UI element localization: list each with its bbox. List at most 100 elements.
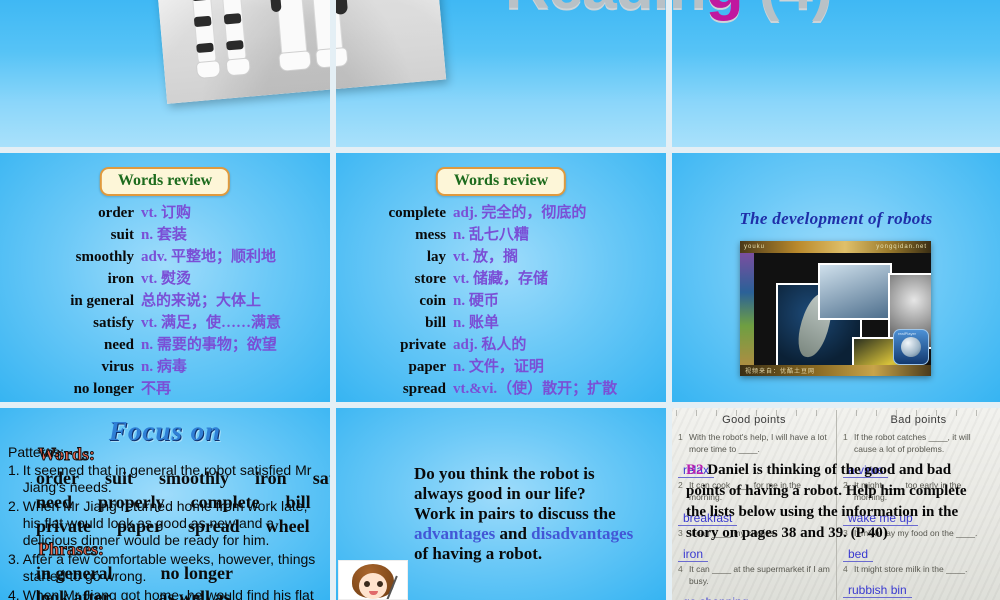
word-term: order [98, 205, 134, 221]
worksheet-item: 1 With the robot's help, I will have a lo… [678, 431, 830, 455]
word-definition: n. 账单 [453, 315, 499, 331]
word-row: no longer 不再 [0, 377, 330, 398]
words-review-badge-1: Words review [99, 167, 231, 196]
word-definition: vt. 满足，使……满意 [141, 315, 281, 331]
word-definition: n. 乱七八糟 [453, 227, 529, 243]
slide-focus-on[interactable]: Focus on Words: order suit smoothly iron… [0, 408, 330, 600]
word-definition: adv. 平整地；顺利地 [141, 249, 277, 265]
pattern-text: When Mr Jiang got home, he would find hi… [22, 587, 314, 600]
word-term: satisfy [93, 315, 134, 331]
pattern-item: 4. When Mr Jiang got home, he would find … [8, 587, 318, 600]
realplayer-label: realPlayer [898, 331, 917, 336]
word-row: smoothly adv. 平整地；顺利地 [0, 245, 330, 266]
word-row: lay vt. 放，搁 [336, 245, 666, 266]
worksheet-item: 4 It can ____ at the supermarket if I am … [678, 563, 830, 587]
video-thumbnail[interactable]: youku yongqidan.net realPlayer 视频来自：优酷土豆… [740, 241, 931, 376]
word-definition: 不再 [141, 381, 172, 397]
word-definition: n. 硬币 [453, 293, 499, 309]
word-term: smoothly [75, 249, 134, 265]
word-row: suit n. 套装 [0, 223, 330, 244]
word-row: coin n. 硬币 [336, 289, 666, 310]
deck-title-g: g [706, 0, 744, 22]
item-text: With the robot's help, I will have a lot… [689, 432, 827, 454]
robot-photo [149, 0, 447, 104]
slide-discussion[interactable]: Do you think the robot is always good in… [336, 408, 666, 600]
word-row: store vt. 储藏，存储 [336, 267, 666, 288]
slide-robot-video[interactable]: The development of robots youku yongqida… [672, 153, 1000, 403]
word-definition: vt. 订购 [141, 205, 191, 221]
deck-title-prefix: Readin [505, 0, 707, 22]
word-definition: n. 需要的事物；欲望 [141, 337, 277, 353]
pattern-item: 2. When Mr Jiang returned home from work … [8, 498, 318, 549]
pattern-number: 3. [8, 551, 20, 567]
instruction-page-ref: (P 40) [850, 525, 888, 541]
word-term: complete [388, 205, 446, 221]
avatar-eye-right [377, 581, 383, 587]
worksheet-item: 1 If the robot catches ____, it will caus… [843, 431, 994, 455]
word-row: need n. 需要的事物；欲望 [0, 333, 330, 354]
discussion-line-1: Do you think the robot is [414, 464, 595, 483]
word-list-2: complete adj. 完全的，彻底的 mess n. 乱七八糟 lay vt. … [336, 201, 666, 403]
patterns-heading: Patterns: [8, 444, 65, 460]
answer-bed[interactable]: bed [843, 548, 874, 562]
avatar-face [359, 573, 387, 599]
discussion-line-3: Work in pairs to discuss the [414, 504, 616, 523]
slide-worksheet[interactable]: Good points 1 With the robot's help, I wi… [672, 408, 1000, 600]
discussion-line-2: always good in our life? [414, 484, 586, 503]
grid-gutter-horizontal-2 [0, 402, 1000, 408]
word-term: spread [402, 381, 446, 397]
word-row: virus n. 病毒 [0, 355, 330, 376]
pattern-item: 3. After a few comfortable weeks, however… [8, 551, 318, 585]
pattern-text: It seemed that in general the robot sati… [22, 462, 312, 495]
pattern-number: 2. [8, 498, 20, 514]
item-number: 1 [678, 432, 683, 442]
video-brand-label: youku [744, 244, 766, 250]
grid-gutter-horizontal-1 [0, 147, 1000, 153]
video-color-strip [740, 253, 754, 365]
factory-arm-image [818, 263, 892, 320]
word-row: private adj. 私人的 [336, 333, 666, 354]
slide-words-review-2[interactable]: Words review complete adj. 完全的，彻底的 mess n.… [336, 153, 666, 403]
item-number: 4 [678, 564, 683, 574]
word-term: virus [101, 359, 134, 375]
word-term: need [104, 337, 134, 353]
grid-gutter-vertical-2 [666, 0, 672, 600]
pattern-text: When Mr Jiang returned home from work la… [22, 498, 308, 548]
word-definition: 总的来说；大体上 [141, 293, 262, 309]
slide-words-review-1[interactable]: Words review order vt. 订购 suit n. 套装 smoot… [0, 153, 330, 403]
realplayer-icon[interactable]: realPlayer [893, 329, 929, 365]
deck-title-suffix: (4) [743, 0, 833, 22]
word-term: in general [70, 293, 134, 309]
word-definition: n. 文件，证明 [453, 359, 544, 375]
discussion-line-4: advantages and disadvantages [414, 524, 654, 544]
discussion-line-5: of having a robot. [414, 544, 543, 563]
word-row: in general 总的来说；大体上 [0, 289, 330, 310]
word-term: iron [107, 271, 134, 287]
word-term: mess [415, 227, 446, 243]
focus-patterns-layer: Patterns: 1. It seemed that in general th… [0, 408, 330, 600]
word-term: bill [425, 315, 446, 331]
word-term: suit [110, 227, 134, 243]
discussion-conjunction: and [495, 524, 532, 543]
word-term: coin [419, 293, 446, 309]
answer-go-shopping[interactable]: go shopping [678, 596, 753, 600]
word-term: lay [426, 249, 446, 265]
video-slide-title: The development of robots [739, 209, 933, 228]
word-definition: adj. 完全的，彻底的 [453, 205, 587, 221]
good-points-heading: Good points [722, 414, 786, 426]
item-text: It might store milk in the ____. [854, 564, 968, 574]
worksheet-instruction: B2 Daniel is thinking of the good and ba… [686, 460, 986, 544]
item-number: 1 [843, 432, 848, 442]
girl-avatar [338, 560, 408, 600]
word-definition: n. 病毒 [141, 359, 187, 375]
avatar-eye-left [364, 581, 370, 587]
word-definition: vt. 放，搁 [453, 249, 518, 265]
word-row: bill n. 账单 [336, 311, 666, 332]
instruction-text: Daniel is thinking of the good and bad p… [686, 462, 967, 541]
bad-points-heading: Bad points [890, 414, 947, 426]
word-row: spread vt.&vi.（使）散开；扩散 [336, 377, 666, 398]
banner-slide: Reading (4) [0, 0, 1000, 147]
answer-rubbish-bin[interactable]: rubbish bin [843, 584, 912, 598]
item-text: It can ____ at the supermarket if I am b… [689, 564, 830, 586]
answer-iron[interactable]: iron [678, 548, 709, 562]
